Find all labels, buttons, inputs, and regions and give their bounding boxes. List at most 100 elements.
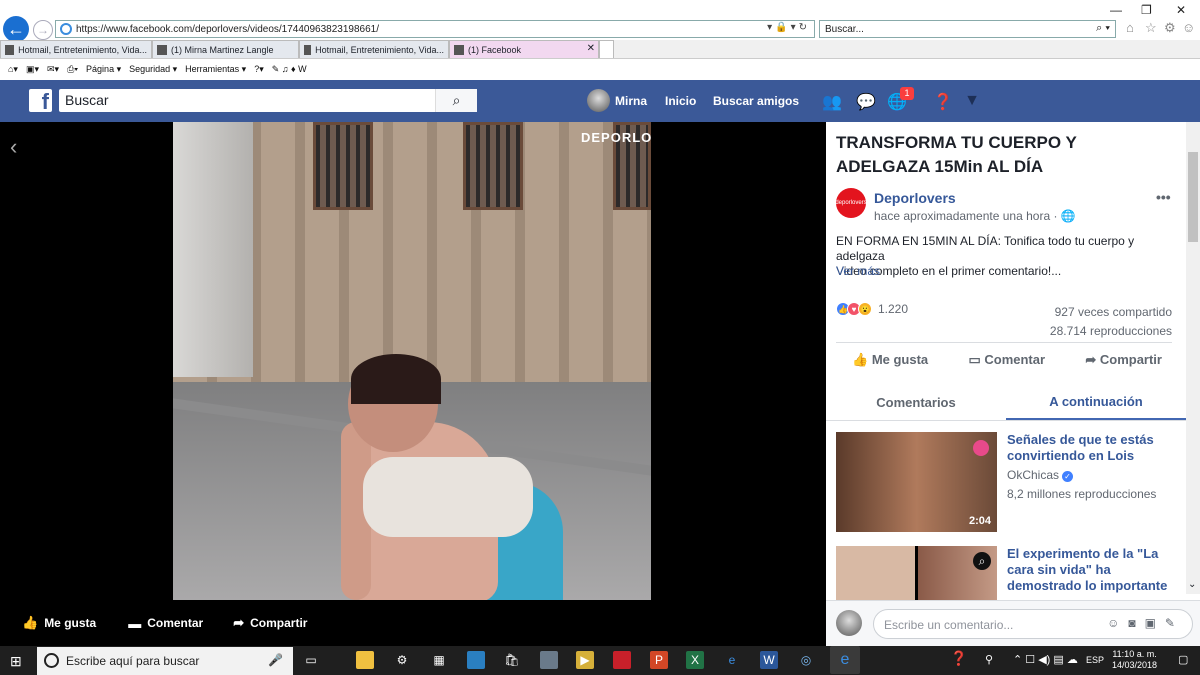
app-icon[interactable] [467,651,485,669]
scrollbar-thumb[interactable] [1188,152,1198,242]
friend-requests-icon[interactable]: 👥 [822,92,842,111]
app-icon[interactable]: ◎ [797,651,815,669]
tarp [173,122,253,377]
comment-input[interactable]: Escribe un comentario... ☺◙▣✎ [873,609,1193,639]
tab-strip: Hotmail, Entretenimiento, Vida... (1) Mi… [0,40,1200,59]
share-stats[interactable]: 927 veces compartido 28.714 reproduccion… [1050,303,1172,341]
nav-inicio[interactable]: Inicio [665,94,696,108]
video-like-button[interactable]: 👍 Me gusta [22,615,96,631]
video-player[interactable]: ‹ DEPORLOVERS 👍Me gusta ▬Comentar ➦Compa… [0,122,826,646]
video-comment-button[interactable]: ▬ Comentar [128,616,203,631]
related-channel[interactable]: OkChicas ✓ [1007,468,1074,482]
address-tools-icon[interactable]: ▾🔒▾↻ [767,22,810,33]
tools-menu[interactable]: Herramientas ▾ [185,64,246,75]
smiley-icon[interactable]: ☺ [1182,20,1195,35]
calculator-icon[interactable]: ▦ [430,651,448,669]
excel-icon[interactable]: X [686,651,704,669]
microphone-icon[interactable]: 🎤 [268,653,283,667]
related-title[interactable]: El experimento de la "La cara sin vida" … [1007,546,1177,594]
post-comment-button[interactable]: ▭ Comentar [968,352,1045,368]
page-name-link[interactable]: Deporlovers [874,190,956,206]
feeds-icon[interactable]: ▣▾ [26,64,39,75]
tab-a-continuacion[interactable]: A continuación [1006,384,1186,420]
media-player-icon[interactable]: ▶ [576,651,594,669]
security-menu[interactable]: Seguridad ▾ [129,64,177,75]
ie-page-icon [157,44,167,55]
acrobat-icon[interactable] [613,651,631,669]
post-description: EN FORMA EN 15MIN AL DÍA: Tonifica todo … [836,234,1135,278]
back-button[interactable]: ← [3,16,29,42]
help-icon[interactable]: ❓ [933,92,953,111]
video-frame[interactable]: DEPORLOVERS [173,122,651,600]
powerpoint-icon[interactable]: P [650,651,668,669]
address-bar[interactable]: https://www.facebook.com/deporlovers/vid… [55,20,815,38]
settings-icon[interactable]: ⚙ [393,651,411,669]
home-icon[interactable]: ⌂▾ [8,64,18,75]
search-button[interactable]: ⌕ [435,89,477,112]
related-title[interactable]: Señales de que te estás convirtiendo en … [1007,432,1177,464]
search-icon[interactable]: ⌕ ▾ [1096,22,1110,35]
tab-facebook[interactable]: (1) Facebook ✕ [449,40,599,58]
help-icon[interactable]: ❓ [950,650,967,667]
tab-hotmail-1[interactable]: Hotmail, Entretenimiento, Vida... [0,40,152,58]
page-logo[interactable]: deporlovers [835,188,867,218]
comment-icon: ▭ [968,352,985,367]
nav-buscar-amigos[interactable]: Buscar amigos [713,94,799,108]
comment-tools-icons[interactable]: ☺◙▣✎ [1107,616,1184,630]
forward-button[interactable]: → [33,20,53,40]
globe-icon: 🌐 [1060,209,1076,223]
avatar[interactable] [587,89,610,112]
reaction-count: 1.220 [878,302,909,316]
tab-comentarios[interactable]: Comentarios [826,384,1006,420]
store-icon[interactable]: 🛍 [503,651,521,669]
gear-icon[interactable]: ⚙ [1164,20,1176,36]
word-icon[interactable]: W [760,651,778,669]
more-options-icon[interactable]: ••• [1156,189,1171,205]
post-like-button[interactable]: 👍 Me gusta [852,352,928,368]
print-icon[interactable]: ⎙▾ [67,64,78,75]
file-explorer-icon[interactable] [356,651,374,669]
tab-hotmail-2[interactable]: Hotmail, Entretenimiento, Vida... [299,40,449,58]
related-video[interactable]: 2:04 Señales de que te estás convirtiend… [836,432,1172,532]
new-tab-button[interactable] [599,40,614,58]
home-icon[interactable]: ⌂ [1126,20,1134,35]
tab-mirna[interactable]: (1) Mirna Martinez Langle [152,40,299,58]
people-icon[interactable]: ⚲ [985,653,993,666]
facebook-logo[interactable]: f [29,89,52,113]
close-tab-icon[interactable]: ✕ [587,43,595,54]
chevron-down-icon[interactable]: ▼ [962,92,982,110]
messenger-icon[interactable]: 💬 [856,92,876,111]
language-indicator[interactable]: ESP [1086,655,1104,665]
taskbar-search-input[interactable]: Escribe aquí para buscar 🎤 [37,647,293,675]
windows-start-icon[interactable]: ⊞ [10,653,22,670]
reactions-summary[interactable]: 👍 ♥ 😮 1.220 [836,302,908,316]
edge-icon[interactable]: e [723,651,741,669]
close-icon[interactable]: ✕ [1176,3,1186,17]
clock[interactable]: 11:10 a. m. 14/03/2018 [1112,649,1157,671]
tray-icons[interactable]: ⌃ ☐ ◀) ▤ ☁ [1013,653,1078,666]
taskbar: ⊞ Escribe aquí para buscar 🎤 ▭ ⚙ ▦ 🛍 ▶ P… [0,646,1200,675]
task-view-icon[interactable]: ▭ [302,651,320,669]
post-time[interactable]: hace aproximadamente una hora · 🌐 [874,209,1076,223]
facebook-search-input[interactable]: Buscar ⌕ [59,89,477,112]
related-thumbnail[interactable]: 2:04 [836,432,997,532]
see-more-link[interactable]: Ver más [836,264,880,278]
restore-icon[interactable]: ❐ [1141,3,1152,17]
addon-icons[interactable]: ✎ ♫ ♦ W [272,64,307,75]
browser-search-input[interactable]: Buscar... ⌕ ▾ [819,20,1116,38]
notification-center-icon[interactable]: ▢ [1178,653,1188,666]
profile-link[interactable]: Mirna [615,94,647,108]
video-share-button[interactable]: ➦ Compartir [233,615,307,631]
previous-arrow-icon[interactable]: ‹ [10,134,17,160]
mail-icon[interactable]: ✉▾ [47,64,59,75]
panel-scrollbar[interactable]: ⌄ [1186,122,1200,594]
favorites-icon[interactable]: ☆ [1145,20,1157,36]
related-views: 8,2 millones reproducciones [1007,487,1157,501]
minimize-icon[interactable]: — [1110,3,1122,17]
internet-explorer-icon[interactable]: e [830,646,860,674]
page-menu[interactable]: Página ▾ [86,64,121,75]
app-icon[interactable] [540,651,558,669]
post-share-button[interactable]: ➦ Compartir [1085,352,1162,368]
help-icon[interactable]: ?▾ [254,64,264,75]
scroll-down-icon[interactable]: ⌄ [1188,579,1196,590]
